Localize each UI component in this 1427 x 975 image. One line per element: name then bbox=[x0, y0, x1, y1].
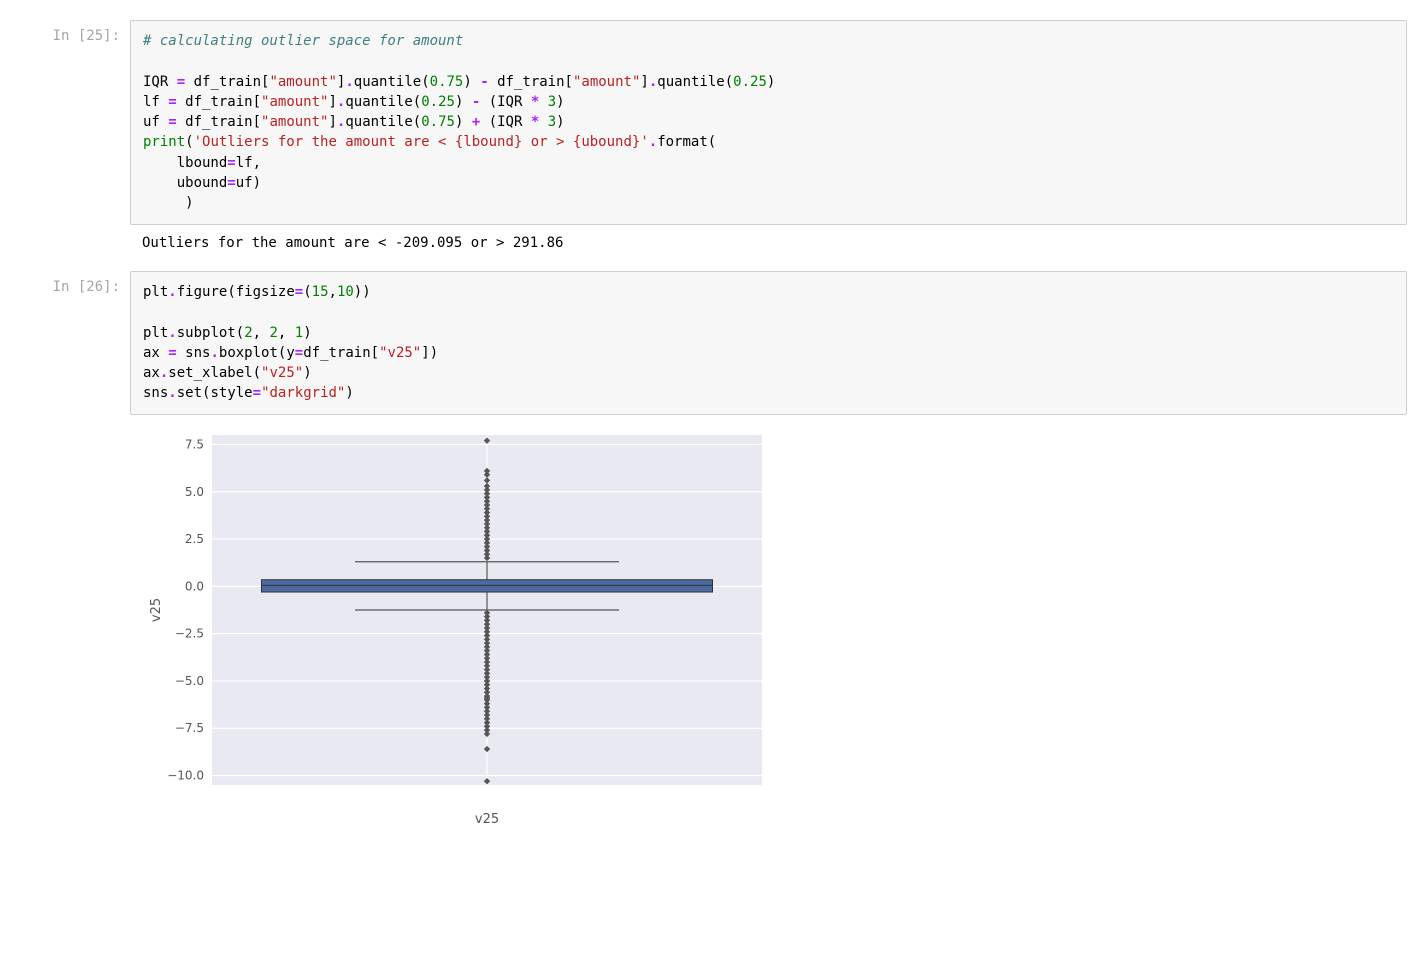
output-cell-25: Outliers for the amount are < -209.095 o… bbox=[20, 229, 1407, 267]
output-prompt-spacer bbox=[20, 229, 130, 267]
svg-text:−10.0: −10.0 bbox=[167, 768, 204, 782]
code-text: # calculating outlier space for amount I… bbox=[143, 31, 1394, 214]
svg-text:−2.5: −2.5 bbox=[175, 626, 204, 640]
svg-text:7.5: 7.5 bbox=[185, 437, 204, 451]
output-prompt-spacer bbox=[20, 419, 130, 839]
svg-text:5.0: 5.0 bbox=[185, 485, 204, 499]
plot-output: −10.0 −7.5 −5.0 −2.5 0.0 2.5 5.0 7.5 v25 v25 bbox=[130, 419, 1407, 839]
code-text: plt.figure(figsize=(15,10)) plt.subplot(… bbox=[143, 282, 1394, 404]
code-cell-25: In [25]: # calculating outlier space for… bbox=[20, 20, 1407, 225]
svg-text:v25: v25 bbox=[149, 598, 164, 622]
svg-text:v25: v25 bbox=[475, 812, 499, 827]
svg-text:2.5: 2.5 bbox=[185, 532, 204, 546]
boxplot-figure: −10.0 −7.5 −5.0 −2.5 0.0 2.5 5.0 7.5 v25 v25 bbox=[142, 425, 782, 835]
stdout: Outliers for the amount are < -209.095 o… bbox=[130, 229, 1407, 267]
stdout-text: Outliers for the amount are < -209.095 o… bbox=[142, 233, 1395, 253]
svg-text:−7.5: −7.5 bbox=[175, 721, 204, 735]
code-cell-26: In [26]: plt.figure(figsize=(15,10)) plt… bbox=[20, 271, 1407, 415]
output-cell-26: −10.0 −7.5 −5.0 −2.5 0.0 2.5 5.0 7.5 v25 v25 bbox=[20, 419, 1407, 839]
svg-text:0.0: 0.0 bbox=[185, 579, 204, 593]
code-input[interactable]: plt.figure(figsize=(15,10)) plt.subplot(… bbox=[130, 271, 1407, 415]
svg-text:−5.0: −5.0 bbox=[175, 674, 204, 688]
code-input[interactable]: # calculating outlier space for amount I… bbox=[130, 20, 1407, 225]
input-prompt: In [25]: bbox=[20, 20, 130, 225]
input-prompt: In [26]: bbox=[20, 271, 130, 415]
